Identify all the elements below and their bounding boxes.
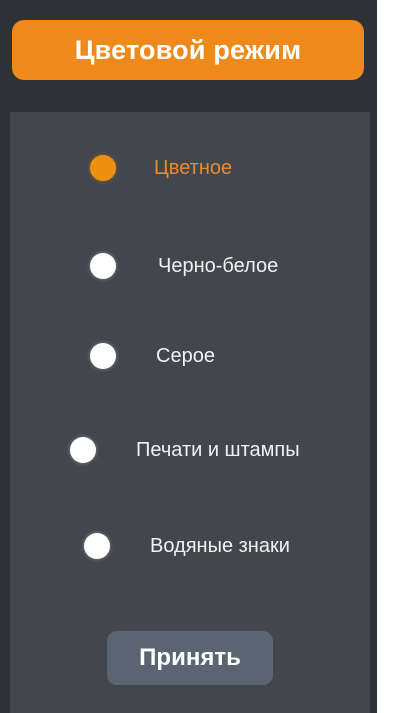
radio-unselected-icon[interactable]: [84, 533, 110, 559]
option-label: Черно-белое: [158, 254, 279, 277]
option-label: Водяные знаки: [150, 534, 290, 557]
accept-button[interactable]: Принять: [107, 631, 273, 685]
option-black-white[interactable]: Черно-белое: [90, 253, 278, 279]
option-color[interactable]: Цветное: [90, 155, 232, 181]
option-watermarks[interactable]: Водяные знаки: [84, 533, 290, 559]
option-label: Печати и штампы: [136, 438, 300, 461]
option-label: Серое: [156, 344, 215, 367]
color-mode-panel: Цветовой режим Цветное Черно-белое Серое…: [0, 0, 377, 713]
options-area: [10, 112, 370, 713]
option-stamps[interactable]: Печати и штампы: [70, 437, 300, 463]
radio-unselected-icon[interactable]: [70, 437, 96, 463]
panel-title: Цветовой режим: [12, 20, 364, 80]
radio-unselected-icon[interactable]: [90, 253, 116, 279]
radio-selected-icon[interactable]: [90, 155, 116, 181]
option-gray[interactable]: Серое: [90, 343, 215, 369]
radio-unselected-icon[interactable]: [90, 343, 116, 369]
option-label: Цветное: [154, 156, 233, 179]
